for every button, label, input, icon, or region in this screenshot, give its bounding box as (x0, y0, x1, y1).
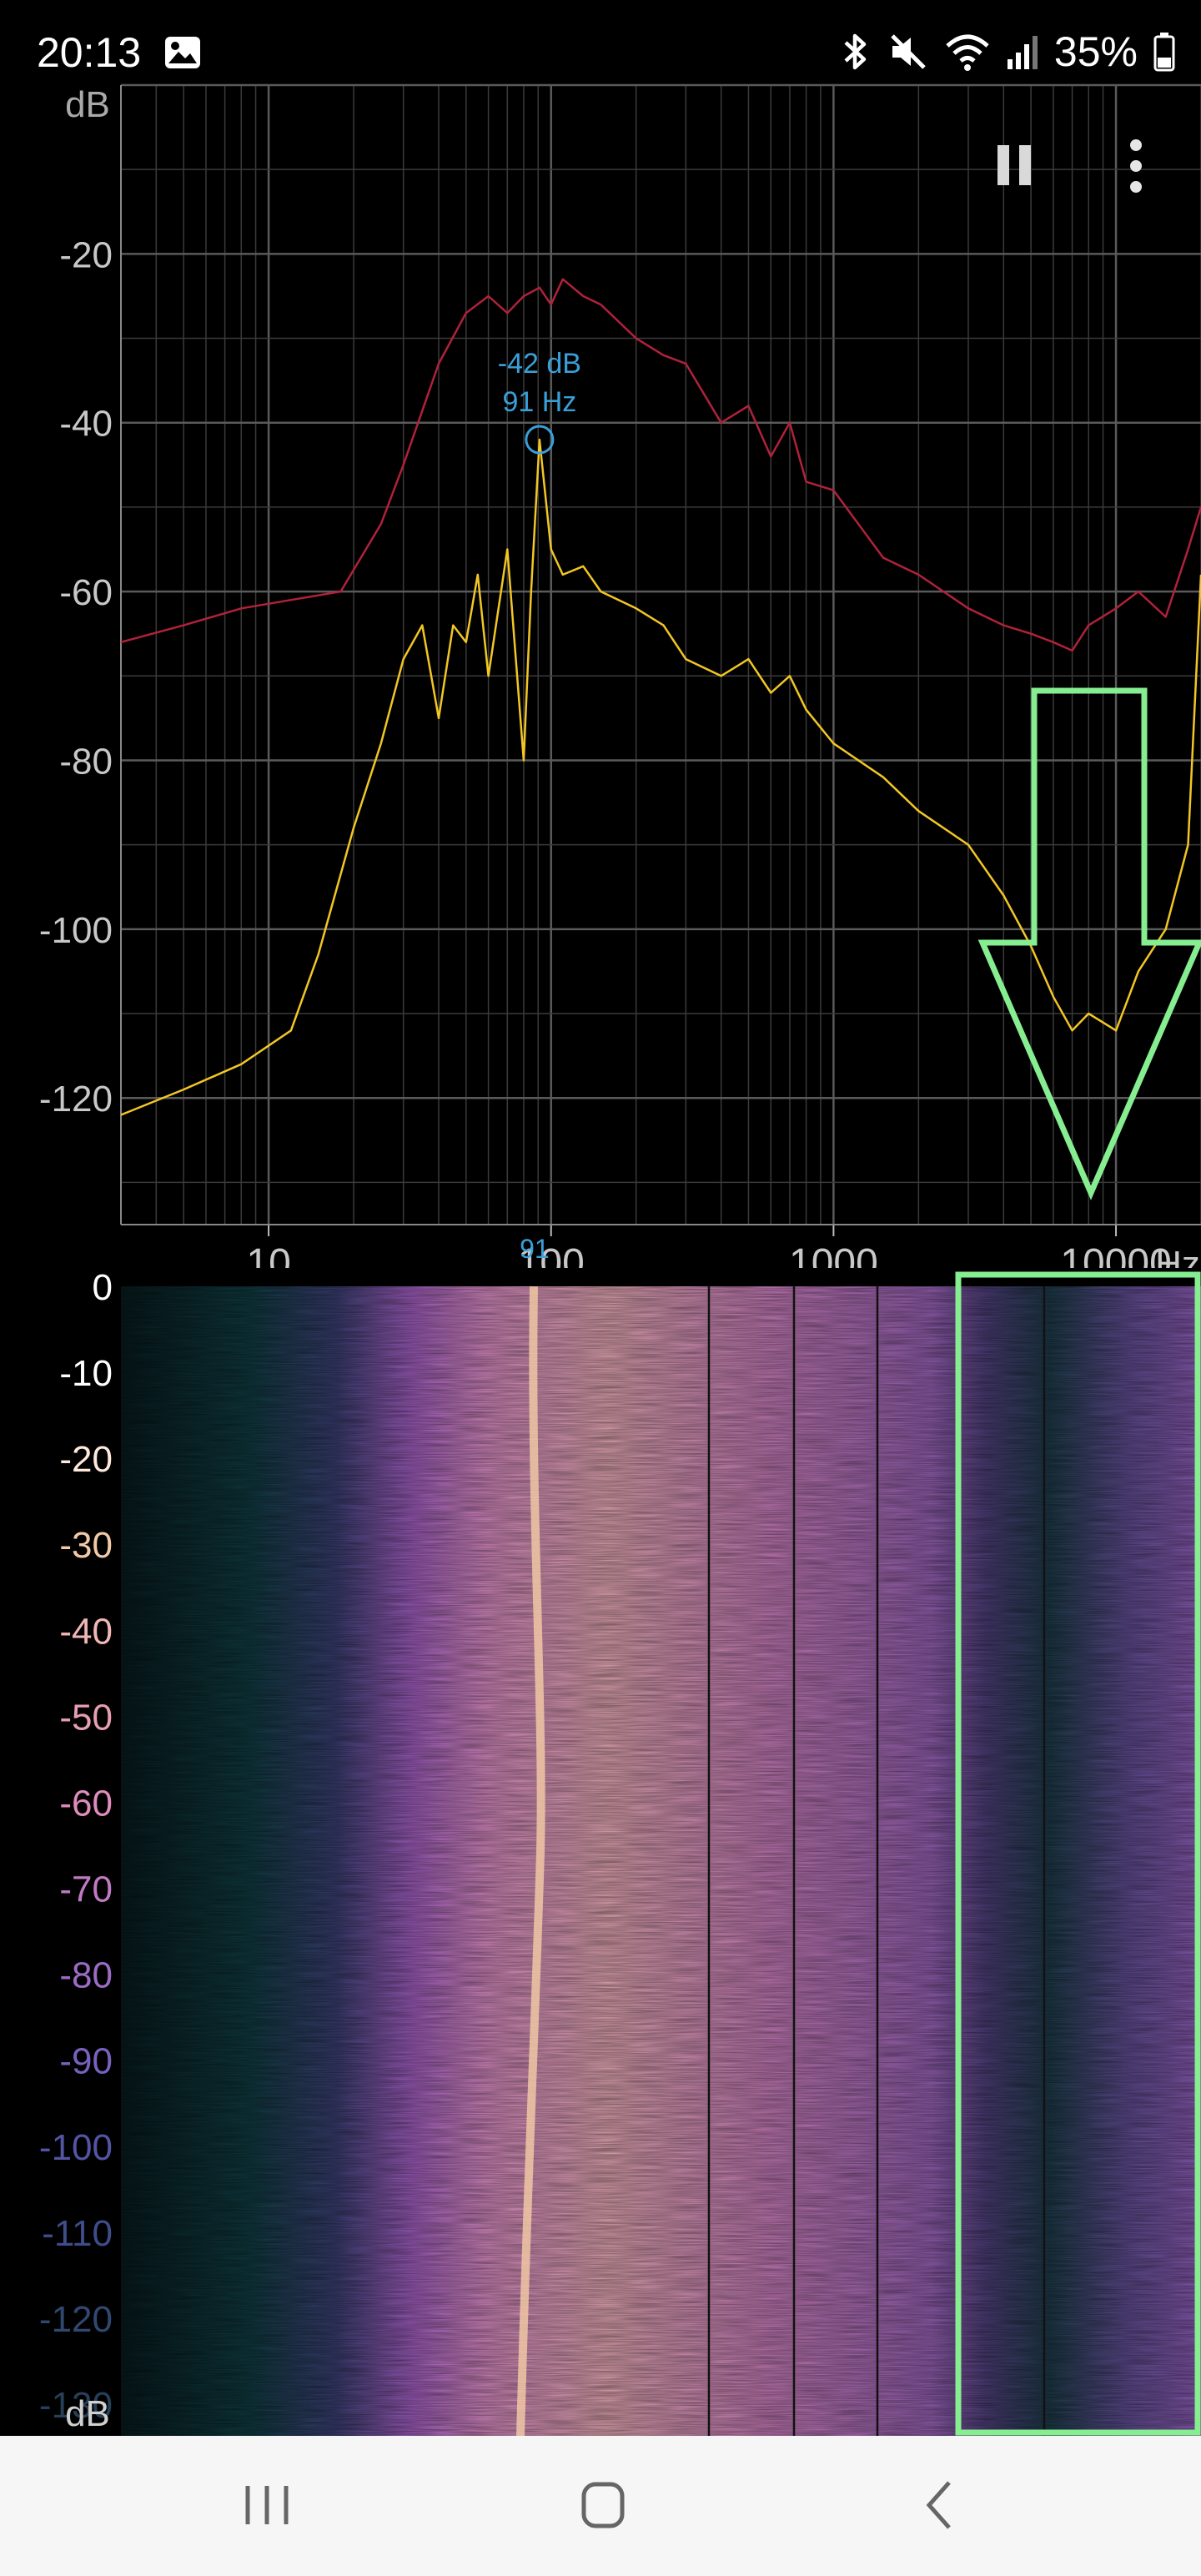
bluetooth-icon (844, 33, 867, 70)
spectrogram[interactable]: 0 -10 -20 -30 -40 -50 -60 -70 -80 -90 -100 -110 -120… (0, 1268, 1201, 2436)
recents-button[interactable] (229, 2476, 304, 2534)
pause-button[interactable] (992, 142, 1039, 189)
down-arrow-shape (977, 687, 1201, 1200)
x-unit-label: Hz (1155, 1244, 1200, 1268)
spectrogram-y-tick-label: -120 (39, 2299, 113, 2340)
signal-icon (1007, 36, 1038, 69)
spectrogram-y-tick-label: -70 (59, 1869, 113, 1910)
marker-db-label: -42 dB (498, 348, 581, 380)
spectrum-x-ticks: 10 100 1000 10000Hz (246, 1241, 1200, 1268)
gallery-icon (165, 37, 200, 68)
spectrogram-y-tick-label: -100 (39, 2127, 113, 2168)
home-icon (581, 2482, 625, 2528)
y-tick-label: -20 (59, 234, 113, 275)
battery-icon (1153, 33, 1175, 72)
spectrum-chart[interactable]: dB-20-40-60-80-100-120 10 100 1000 10000Hz … (0, 75, 1201, 1268)
spectrum-y-ticks: dB -20 -40 -60 -80 -100 -120 (39, 84, 113, 1119)
y-tick-label: -40 (59, 404, 113, 445)
y-tick-label: -100 (39, 910, 113, 951)
status-icons: 35% (839, 27, 1176, 77)
more-options-button[interactable] (1118, 137, 1154, 195)
y-tick-label: -80 (59, 741, 113, 782)
marker-hz-label: 91 Hz (502, 386, 576, 418)
spectrogram-y-ticks: 0 -10 -20 -30 -40 -50 -60 -70 -80 -90 -100 -110 -120… (39, 1268, 113, 2434)
spectrogram-y-tick-label: -60 (59, 1783, 113, 1824)
y-tick-label: -120 (39, 1079, 113, 1119)
back-icon (926, 2481, 951, 2529)
spectrogram-y-tick-label: -50 (59, 1697, 113, 1738)
mute-icon (891, 34, 926, 69)
peak-marker: -42 dB 91 Hz 91 (498, 348, 581, 1264)
clock: 20:13 (37, 29, 142, 76)
home-button[interactable] (565, 2476, 641, 2534)
y-tick-label: -60 (59, 572, 113, 613)
spectrum-series (120, 278, 1201, 1116)
navigation-bar (0, 2436, 1201, 2576)
spectrogram-y-tick-label: -40 (59, 1611, 113, 1652)
battery-level: 35% (1053, 28, 1138, 75)
wifi-icon (946, 34, 989, 71)
recents-icon (245, 2486, 289, 2524)
spectrogram-y-tick-label: -10 (59, 1353, 113, 1394)
y-unit-label: dB (65, 84, 110, 125)
x-tick-label: 10 (246, 1241, 290, 1268)
spectrogram-y-tick-label: -20 (59, 1439, 113, 1480)
axis-marker-label: 91 (520, 1234, 550, 1264)
spectrogram-y-tick-label: 0 (93, 1268, 113, 1308)
spectrogram-y-tick-label: -80 (59, 1955, 113, 1996)
spectrogram-y-tick-label: -90 (59, 2041, 113, 2082)
peak-hold-series (120, 278, 1201, 652)
spectrum-grid (120, 83, 1201, 1236)
spectrogram-unit-label: dB (65, 2393, 110, 2434)
x-tick-label: 1000 (789, 1241, 878, 1268)
spectrogram-y-tick-label: -30 (59, 1525, 113, 1566)
spectrogram-y-tick-label: -110 (42, 2213, 113, 2254)
annotation-arrow (977, 687, 1201, 1200)
back-button[interactable] (902, 2476, 977, 2534)
